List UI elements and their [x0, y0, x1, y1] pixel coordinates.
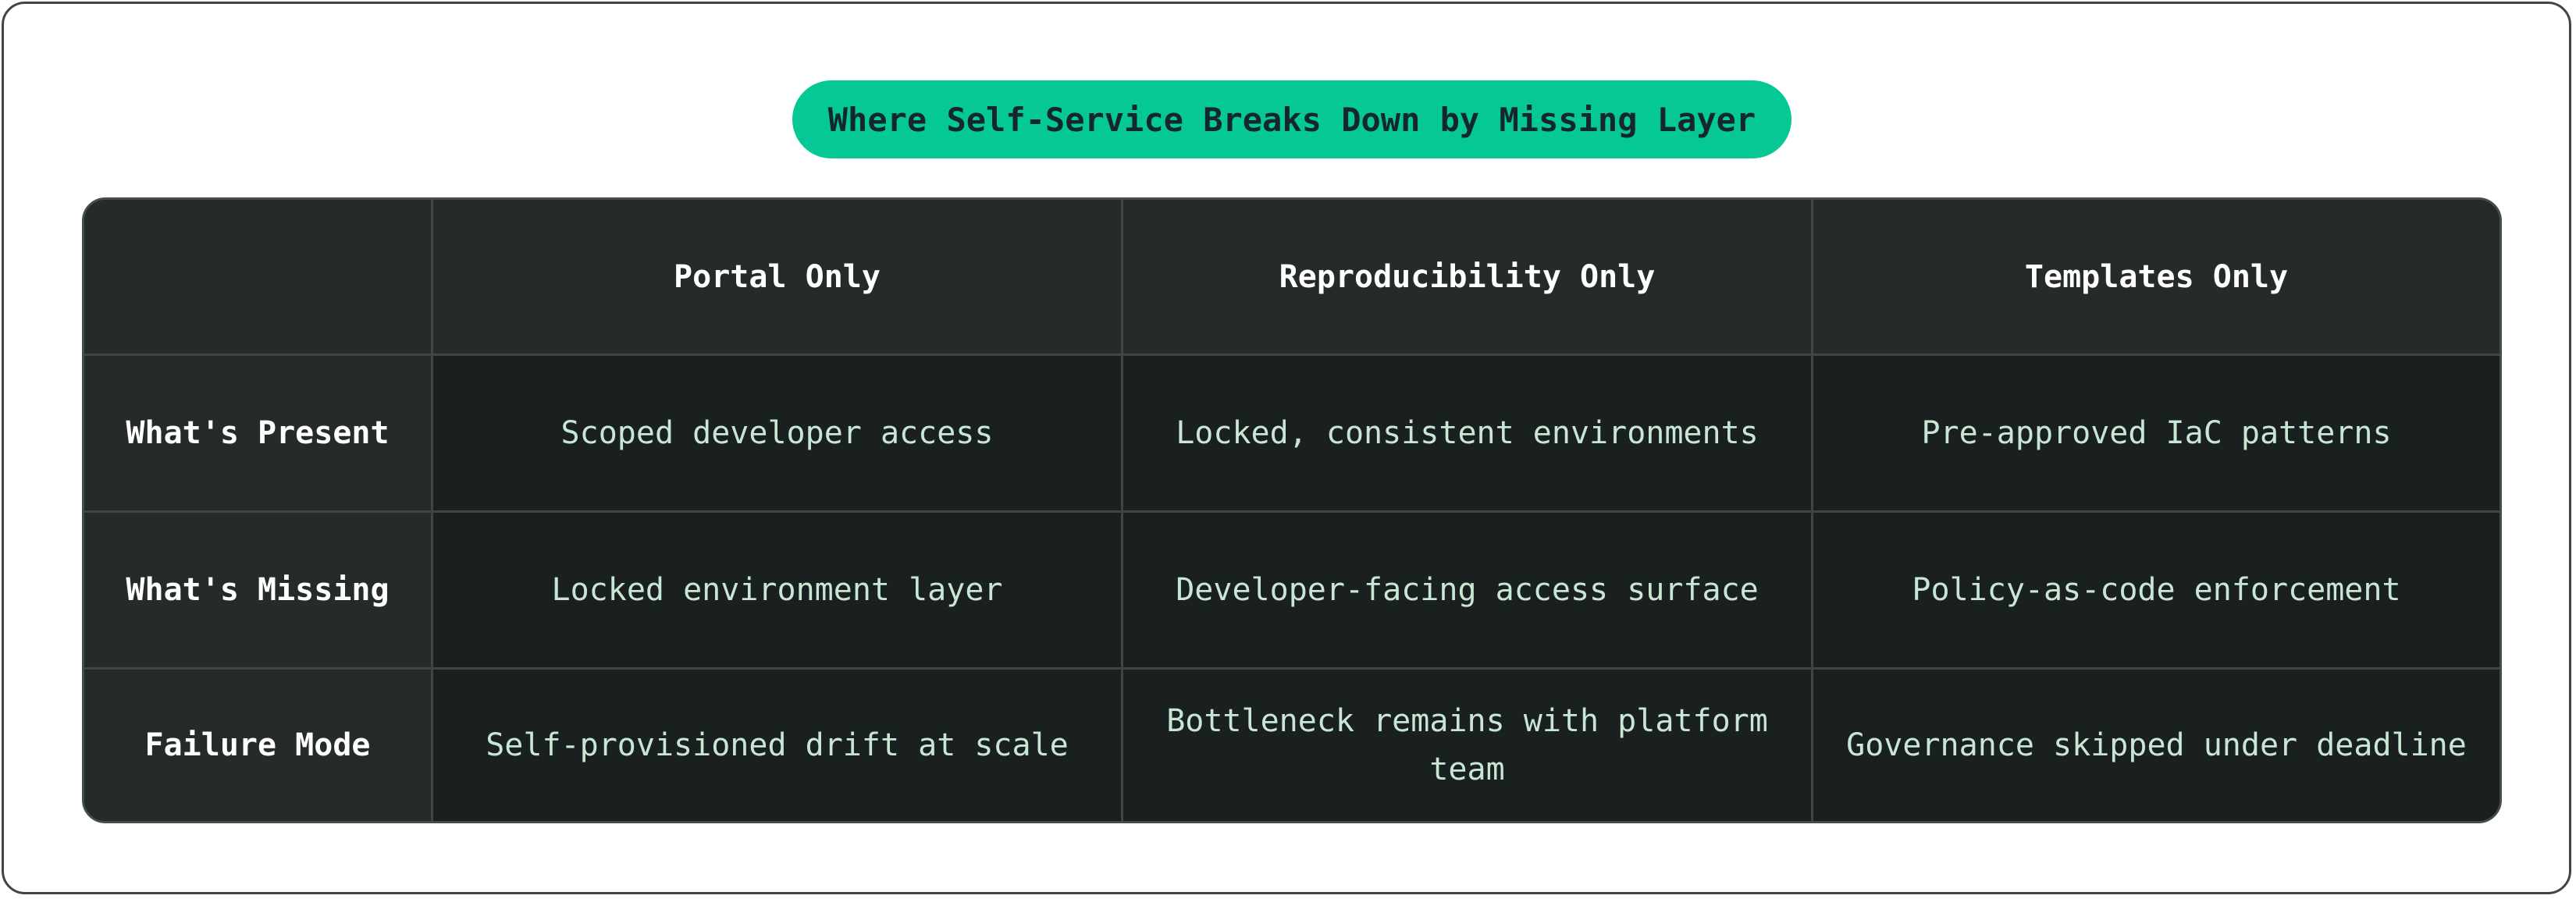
- row-label-failure-mode: Failure Mode: [84, 670, 433, 821]
- diagram-title: Where Self-Service Breaks Down by Missin…: [792, 80, 1791, 158]
- table-cell: Self-provisioned drift at scale: [433, 670, 1123, 821]
- table-cell: Locked environment layer: [433, 513, 1123, 670]
- column-header-templates-only: Templates Only: [1813, 200, 2500, 356]
- table-cell: Policy-as-code enforcement: [1813, 513, 2500, 670]
- table-cell: Developer-facing access surface: [1123, 513, 1813, 670]
- table-cell: Locked, consistent environments: [1123, 356, 1813, 513]
- table-cell: Bottleneck remains with platform team: [1123, 670, 1813, 821]
- table-cell: Scoped developer access: [433, 356, 1123, 513]
- row-label-whats-present: What's Present: [84, 356, 433, 513]
- diagram-frame: Where Self-Service Breaks Down by Missin…: [2, 2, 2571, 894]
- row-label-whats-missing: What's Missing: [84, 513, 433, 670]
- comparison-table: Portal Only Reproducibility Only Templat…: [82, 197, 2502, 823]
- column-header-reproducibility-only: Reproducibility Only: [1123, 200, 1813, 356]
- column-header-portal-only: Portal Only: [433, 200, 1123, 356]
- table-cell: Pre-approved IaC patterns: [1813, 356, 2500, 513]
- table-corner-cell: [84, 200, 433, 356]
- table-cell: Governance skipped under deadline: [1813, 670, 2500, 821]
